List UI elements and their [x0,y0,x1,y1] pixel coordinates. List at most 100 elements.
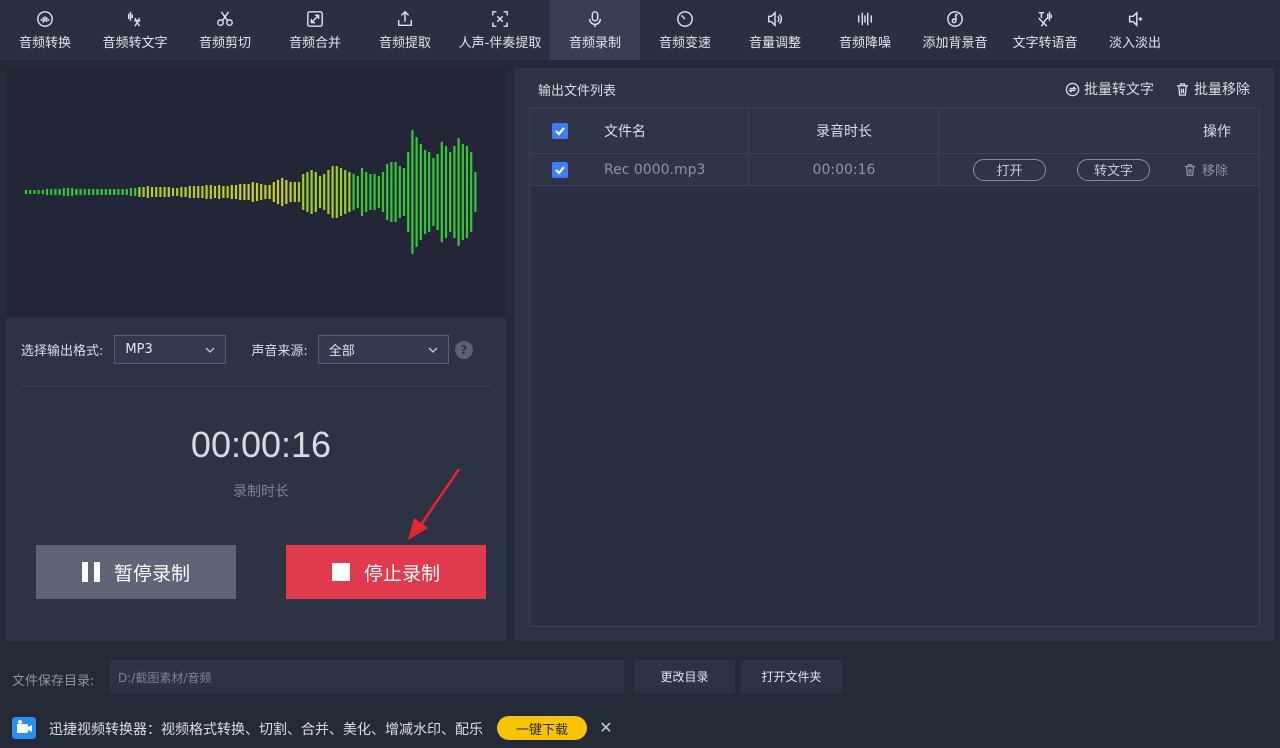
source-label: 声音来源: [251,344,308,359]
tool-text-to-speech[interactable]: 文字转语音 [1000,0,1090,60]
recording-timer: 00:00:16 [190,424,332,465]
stop-icon [331,563,350,581]
chevron-down-icon [205,347,215,353]
remove-label: 移除 [1202,164,1229,179]
save-dir-path[interactable]: D:/截图素材/音频 [110,660,624,693]
ad-bar: 迅捷视频转换器：视频格式转换、切割、合并、美化、增减水印、配乐 一键下载 ✕ [0,708,1280,748]
batch-to-text-label: 批量转文字 [1084,82,1154,98]
download-button[interactable]: 一键下载 [497,716,587,740]
vocal-extract-icon [490,9,510,29]
remove-row-button[interactable]: 移除 [1183,154,1228,185]
tool-audio-extract[interactable]: 音频提取 [360,0,450,60]
tool-audio-speed[interactable]: 音频变速 [640,0,730,60]
tool-label: 音频变速 [658,36,711,51]
volume-icon [765,9,785,29]
tool-label: 音量调整 [748,36,801,51]
file-duration: 00:00:16 [812,161,876,178]
change-dir-button[interactable]: 更改目录 [634,660,735,693]
tool-label: 音频合并 [288,36,341,51]
extract-icon [395,9,415,29]
red-arrow-icon [408,468,461,540]
fade-icon [1125,9,1145,29]
output-panel: 输出文件列表 批量转文字 批量移除 文件名 录音时长 操作 Rec 0000.m… [514,68,1274,641]
trash-icon [1176,82,1189,96]
batch-remove-label: 批量移除 [1194,82,1250,98]
trash-icon [1184,163,1196,176]
music-disc-icon [945,9,965,29]
tool-label: 文字转语音 [1012,36,1078,51]
scissors-icon [215,9,235,29]
convert-label: 转文字 [1077,158,1150,181]
tool-label: 音频转换 [18,36,71,51]
audio-convert-icon [35,9,55,29]
speed-icon [675,9,695,29]
chevron-down-icon [428,347,438,353]
speech-to-text-icon [125,9,145,29]
help-glyph: ? [460,342,468,357]
waveform-display [6,68,506,317]
select-all-checkbox[interactable] [552,108,568,153]
checkbox-checked-icon [552,161,568,178]
recorder-options: 选择输出格式: MP3 声音来源: 全部 ? [21,335,473,364]
close-icon[interactable]: ✕ [598,717,614,737]
microphone-icon [585,9,605,29]
tool-label: 音频提取 [378,36,431,51]
tool-fade[interactable]: 淡入淡出 [1090,0,1180,60]
batch-to-text-button[interactable]: 批量转文字 [1065,79,1154,99]
output-file-table: 文件名 录音时长 操作 Rec 0000.mp3 00:00:16 打开 转文字 [529,107,1260,627]
format-value: MP3 [125,342,153,357]
tool-label: 淡入淡出 [1108,36,1161,51]
pause-icon [81,562,100,582]
tool-label: 人声-伴奏提取 [458,36,542,51]
convert-to-text-button[interactable]: 转文字 [1077,154,1150,185]
tool-audio-record[interactable]: 音频录制 [550,0,640,60]
help-icon[interactable]: ? [454,340,473,359]
file-name: Rec 0000.mp3 [604,161,706,178]
waveform [24,130,477,254]
source-value: 全部 [328,344,355,359]
tool-denoise[interactable]: 音频降噪 [820,0,910,60]
video-converter-app-icon [12,717,36,739]
stop-recording-button[interactable]: 停止录制 [286,545,486,599]
tool-audio-convert[interactable]: 音频转换 [0,0,90,60]
tool-volume-adjust[interactable]: 音量调整 [730,0,820,60]
divider [21,386,491,387]
tool-label: 音频录制 [568,36,621,51]
save-dir-label: 文件保存目录: [12,674,95,689]
pause-recording-button[interactable]: 暂停录制 [36,545,236,599]
format-label: 选择输出格式: [21,344,104,359]
open-file-button[interactable]: 打开 [973,154,1046,185]
open-label: 打开 [973,158,1046,181]
column-header-actions: 操作 [1203,123,1231,140]
pause-label: 暂停录制 [113,562,190,585]
source-select[interactable]: 全部 [317,335,449,364]
tool-audio-cut[interactable]: 音频剪切 [180,0,270,60]
recorder-panel: 选择输出格式: MP3 声音来源: 全部 ? 00:00:16 录制时长 暂停录… [6,68,506,641]
tool-label: 添加背景音 [922,36,988,51]
format-select[interactable]: MP3 [114,335,227,364]
batch-remove-button[interactable]: 批量移除 [1175,79,1250,99]
tool-vocal-extract[interactable]: 人声-伴奏提取 [450,0,550,60]
tool-speech-to-text[interactable]: 音频转文字 [90,0,180,60]
tool-label: 音频转文字 [102,36,168,51]
convert-icon [1065,82,1080,96]
open-folder-button[interactable]: 打开文件夹 [741,660,842,693]
checkbox-checked-icon [552,122,568,139]
tool-label: 音频降噪 [838,36,891,51]
denoise-icon [855,9,875,29]
tool-add-background[interactable]: 添加背景音 [910,0,1000,60]
main-toolbar: 音频转换 音频转文字 音频剪切 音频合并 音频提取 人声-伴奏提取 音频录制 音… [0,0,1280,60]
ad-text: 迅捷视频转换器：视频格式转换、切割、合并、美化、增减水印、配乐 [49,722,483,738]
output-title: 输出文件列表 [538,84,617,99]
row-checkbox[interactable] [552,154,568,185]
column-header-name: 文件名 [604,123,646,140]
table-header: 文件名 录音时长 操作 [530,108,1259,154]
merge-icon [305,9,325,29]
column-header-duration: 录音时长 [816,123,872,140]
tool-audio-merge[interactable]: 音频合并 [270,0,360,60]
table-row: Rec 0000.mp3 00:00:16 打开 转文字 移除 [530,154,1259,186]
tool-label: 音频剪切 [198,36,251,51]
save-directory-bar: 文件保存目录: D:/截图素材/音频 更改目录 打开文件夹 [0,660,1280,694]
stop-label: 停止录制 [363,562,440,585]
text-to-speech-icon [1035,9,1055,29]
